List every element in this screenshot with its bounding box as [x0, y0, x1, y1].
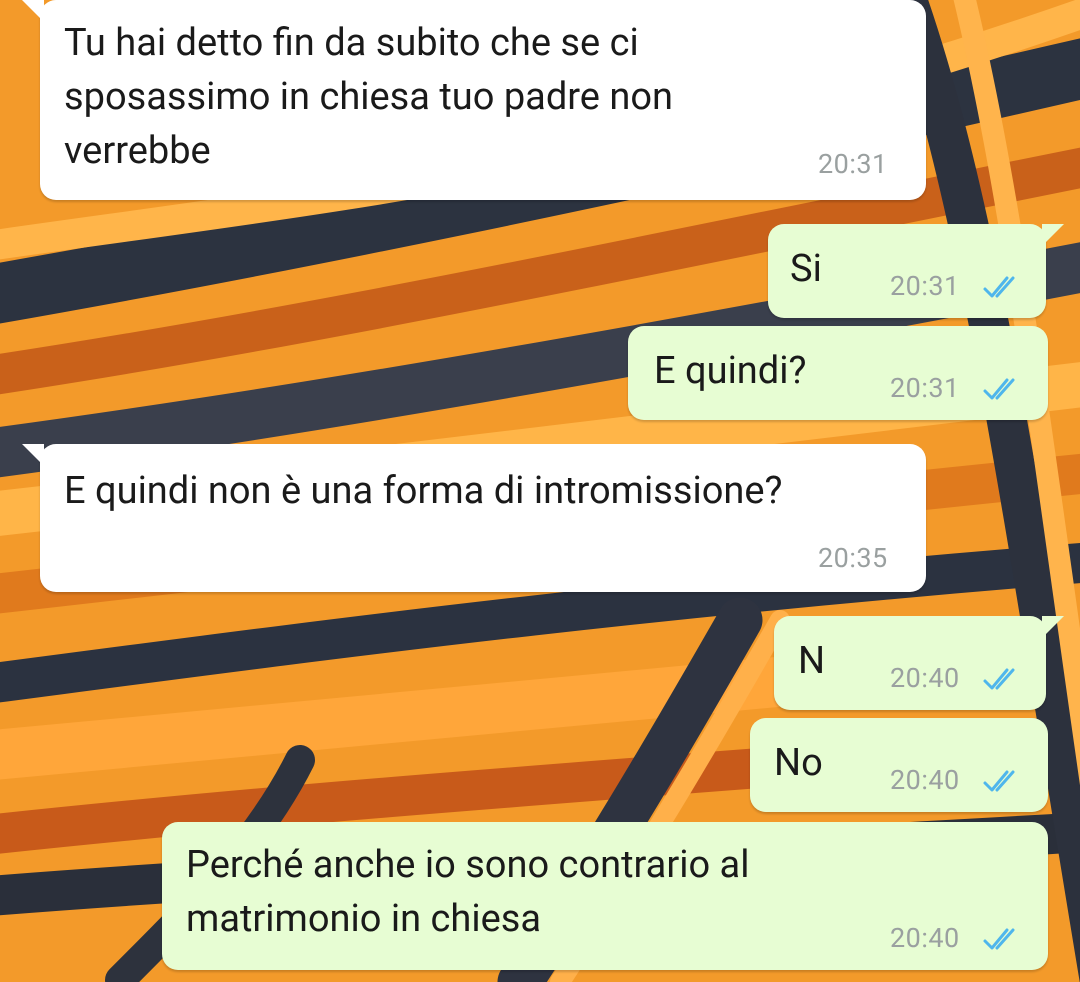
bubble-tail [1042, 616, 1064, 638]
message-text: Perché anche io sono contrario al matrim… [186, 843, 759, 941]
message-incoming[interactable]: Tu hai detto fin da subito che se ci spo… [22, 0, 926, 200]
message-timestamp: 20:35 [818, 542, 888, 574]
message-timestamp: 20:31 [890, 372, 960, 404]
bubble-tail [22, 0, 44, 22]
message-timestamp: 20:40 [890, 764, 960, 796]
message-outgoing[interactable]: Perché anche io sono contrario al matrim… [162, 822, 1048, 970]
message-timestamp: 20:31 [818, 148, 888, 180]
message-incoming[interactable]: E quindi non è una forma di intromission… [22, 444, 926, 592]
message-outgoing[interactable]: Si 20:31 [768, 224, 1064, 318]
message-timestamp: 20:40 [890, 922, 960, 954]
message-timestamp: 20:31 [890, 270, 960, 302]
double-check-icon [983, 668, 1015, 690]
message-outgoing[interactable]: E quindi? 20:31 [628, 326, 1048, 420]
message-timestamp: 20:40 [890, 662, 960, 694]
message-outgoing[interactable]: N 20:40 [774, 616, 1064, 710]
message-text: Tu hai detto fin da subito che se ci spo… [64, 21, 683, 173]
message-text: E quindi non è una forma di intromission… [64, 469, 783, 513]
message-outgoing[interactable]: No 20:40 [750, 718, 1048, 812]
double-check-icon [983, 378, 1015, 400]
message-text: E quindi? [654, 349, 807, 393]
message-text: No [774, 741, 823, 785]
message-text: N [798, 639, 826, 683]
double-check-icon [983, 770, 1015, 792]
double-check-icon [983, 276, 1015, 298]
double-check-icon [983, 928, 1015, 950]
bubble-tail [22, 444, 44, 466]
bubble-tail [1042, 224, 1064, 246]
message-text: Si [790, 247, 822, 291]
